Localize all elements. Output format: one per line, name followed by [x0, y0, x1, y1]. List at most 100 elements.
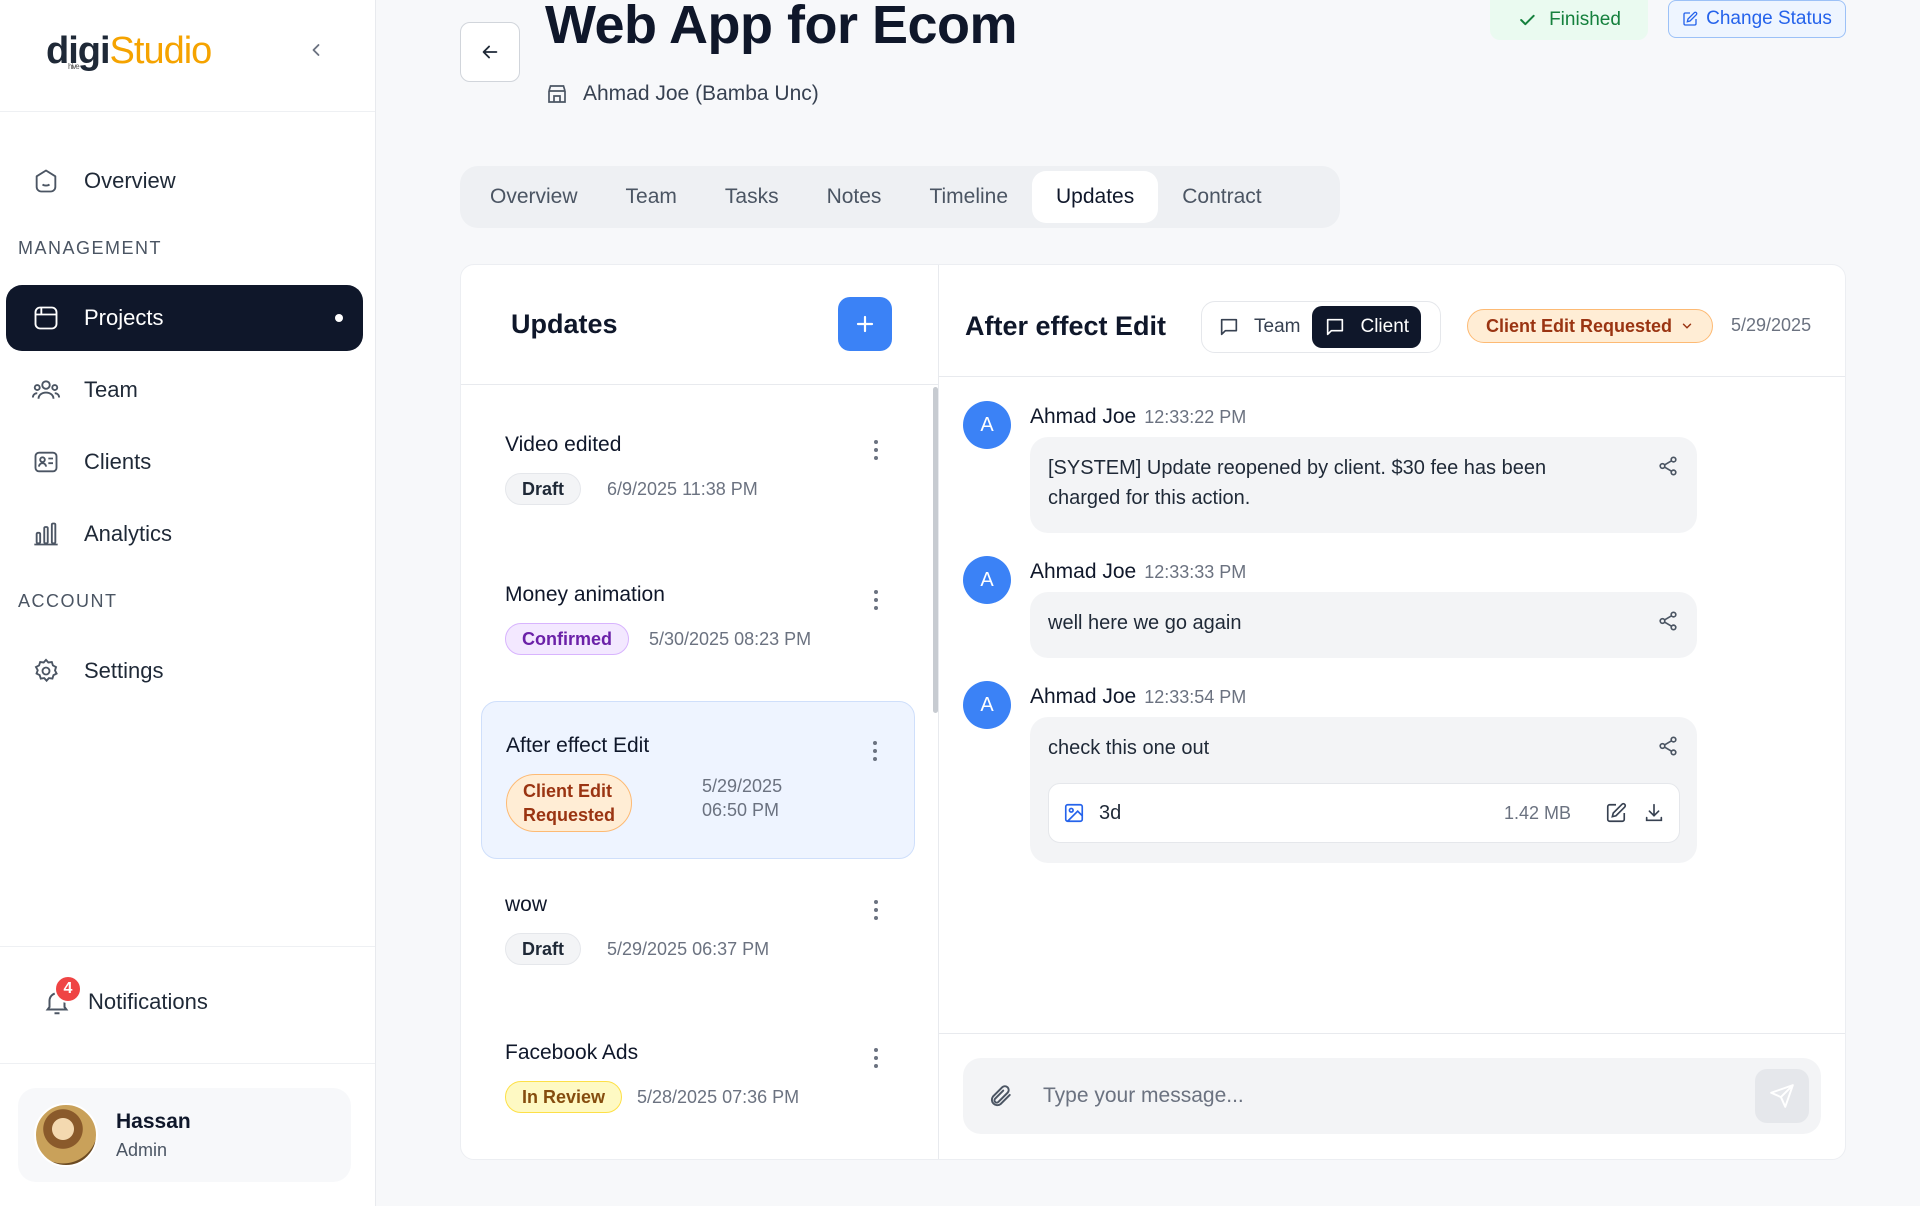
update-date: 6/9/2025 11:38 PM	[607, 479, 758, 499]
brand-logo[interactable]: digiStudio hive	[46, 30, 213, 73]
home-icon	[30, 165, 62, 197]
toggle-client[interactable]: Client	[1312, 306, 1422, 348]
chevron-down-icon	[1682, 323, 1692, 329]
message-input[interactable]	[1043, 1084, 1755, 1108]
message-meta: Ahmad Joe 12:33:54 PM	[1030, 685, 1246, 709]
add-update-button[interactable]	[838, 297, 892, 351]
plus-icon	[856, 315, 874, 333]
attachment-name: 3d	[1099, 802, 1122, 824]
update-title: Video edited	[505, 433, 622, 456]
updates-list-title: Updates	[511, 309, 618, 339]
page-title: Web App for Ecom	[545, 0, 1018, 55]
updates-panel: Updates Video edited Draft 6/9/2025 11:3…	[460, 264, 1846, 1160]
tab-overview[interactable]: Overview	[466, 171, 602, 223]
change-status-button[interactable]: Change Status	[1668, 0, 1846, 38]
sidebar-item-clients[interactable]: Clients	[6, 429, 363, 495]
update-list-item-selected[interactable]: After effect Edit Client Edit Requested …	[481, 701, 915, 859]
attachment-file[interactable]: 3d 1.42 MB	[1048, 783, 1680, 843]
section-label-account: ACCOUNT	[18, 591, 118, 611]
users-icon	[30, 374, 62, 406]
attachment-size: 1.42 MB	[1503, 803, 1571, 823]
sidebar-item-projects[interactable]: Projects	[6, 285, 363, 351]
collapse-sidebar-button[interactable]	[302, 36, 330, 64]
chevron-left-icon	[312, 44, 320, 56]
update-list-item[interactable]: Video edited Draft 6/9/2025 11:38 PM	[481, 401, 915, 559]
message-square-icon	[1327, 318, 1344, 336]
message-time: 12:33:33 PM	[1144, 562, 1247, 582]
composer-area	[939, 1033, 1845, 1159]
more-vertical-icon[interactable]	[873, 899, 879, 926]
update-title: Facebook Ads	[505, 1041, 639, 1064]
user-role: Admin	[116, 1139, 168, 1160]
notifications-button[interactable]: 4 Notifications	[42, 975, 208, 1017]
update-title: Money animation	[505, 583, 665, 606]
message-composer	[963, 1058, 1821, 1134]
status-badge-line: Client Edit	[523, 781, 612, 801]
bell-icon: 4	[42, 975, 82, 1017]
sidebar-item-label: Team	[84, 377, 138, 402]
more-vertical-icon[interactable]	[873, 589, 879, 616]
updates-scrollbar[interactable]	[933, 387, 938, 713]
sidebar: digiStudio hive Overview MANAGEMENT Proje…	[0, 0, 376, 1206]
sidebar-item-analytics[interactable]: Analytics	[6, 501, 363, 567]
status-badge: Client Edit Requested	[506, 774, 633, 832]
brand-logo-studio: Studio	[109, 30, 213, 72]
update-detail-header: After effect Edit Team Client Client Edi…	[939, 265, 1845, 377]
send-button[interactable]	[1755, 1069, 1809, 1123]
tab-timeline[interactable]: Timeline	[905, 171, 1032, 223]
gear-icon	[30, 655, 62, 687]
update-status-dropdown[interactable]: Client Edit Requested	[1467, 309, 1713, 343]
update-list-item[interactable]: Facebook Ads In Review 5/28/2025 07:36 P…	[481, 1009, 915, 1159]
brand-logo-tagline: hive	[68, 62, 80, 71]
message-time: 12:33:22 PM	[1144, 407, 1247, 427]
paperclip-icon[interactable]	[987, 1083, 1013, 1109]
sidebar-item-label: Projects	[84, 305, 164, 330]
sidebar-item-overview[interactable]: Overview	[6, 148, 363, 214]
message-time: 12:33:54 PM	[1144, 687, 1247, 707]
audience-toggle: Team Client	[1201, 301, 1441, 353]
sidebar-item-label: Overview	[84, 168, 176, 193]
message-meta: Ahmad Joe 12:33:22 PM	[1030, 405, 1246, 429]
share-icon[interactable]	[1657, 455, 1679, 486]
status-badge: In Review	[505, 1081, 623, 1113]
sidebar-item-settings[interactable]: Settings	[6, 638, 363, 704]
update-date: 5/30/2025 08:23 PM	[649, 629, 812, 649]
tab-notes[interactable]: Notes	[803, 171, 906, 223]
tab-contract[interactable]: Contract	[1158, 171, 1285, 223]
message-meta: Ahmad Joe 12:33:33 PM	[1030, 560, 1246, 584]
avatar: A	[963, 681, 1011, 729]
check-icon	[1520, 14, 1535, 26]
arrow-left-icon	[482, 45, 498, 59]
bar-chart-icon	[30, 518, 62, 550]
edit-attachment-icon[interactable]	[1605, 802, 1627, 824]
share-icon[interactable]	[1657, 735, 1679, 766]
edit-icon	[1683, 11, 1698, 26]
sidebar-item-team[interactable]: Team	[6, 357, 363, 423]
updates-list-column: Updates Video edited Draft 6/9/2025 11:3…	[461, 265, 939, 1159]
tab-updates[interactable]: Updates	[1032, 171, 1159, 223]
update-list-item[interactable]: wow Draft 5/29/2025 06:37 PM	[481, 861, 915, 1019]
status-badge: Draft	[505, 473, 582, 505]
back-button[interactable]	[460, 22, 520, 82]
more-vertical-icon[interactable]	[873, 1047, 879, 1074]
more-vertical-icon[interactable]	[872, 740, 878, 767]
message-bubble: [SYSTEM] Update reopened by client. $30 …	[1030, 437, 1697, 533]
tab-team[interactable]: Team	[602, 171, 701, 223]
avatar: A	[963, 401, 1011, 449]
sidebar-item-label: Settings	[84, 658, 164, 683]
update-date: 5/28/2025 07:36 PM	[637, 1087, 800, 1107]
more-vertical-icon[interactable]	[873, 439, 879, 466]
share-icon[interactable]	[1657, 610, 1679, 641]
notification-count-badge: 4	[54, 975, 82, 1003]
update-title: wow	[505, 893, 548, 916]
message-text: well here we go again	[1048, 612, 1242, 634]
download-icon[interactable]	[1643, 802, 1665, 824]
message-author: Ahmad Joe	[1030, 405, 1137, 428]
user-profile-card[interactable]: Hassan Admin	[18, 1088, 351, 1182]
update-list-item[interactable]: Money animation Confirmed 5/30/2025 08:2…	[481, 551, 915, 709]
avatar	[34, 1103, 98, 1167]
sidebar-item-label: Analytics	[84, 521, 173, 546]
status-badge: Draft	[505, 933, 582, 965]
tab-tasks[interactable]: Tasks	[701, 171, 803, 223]
toggle-team[interactable]: Team	[1206, 306, 1312, 348]
